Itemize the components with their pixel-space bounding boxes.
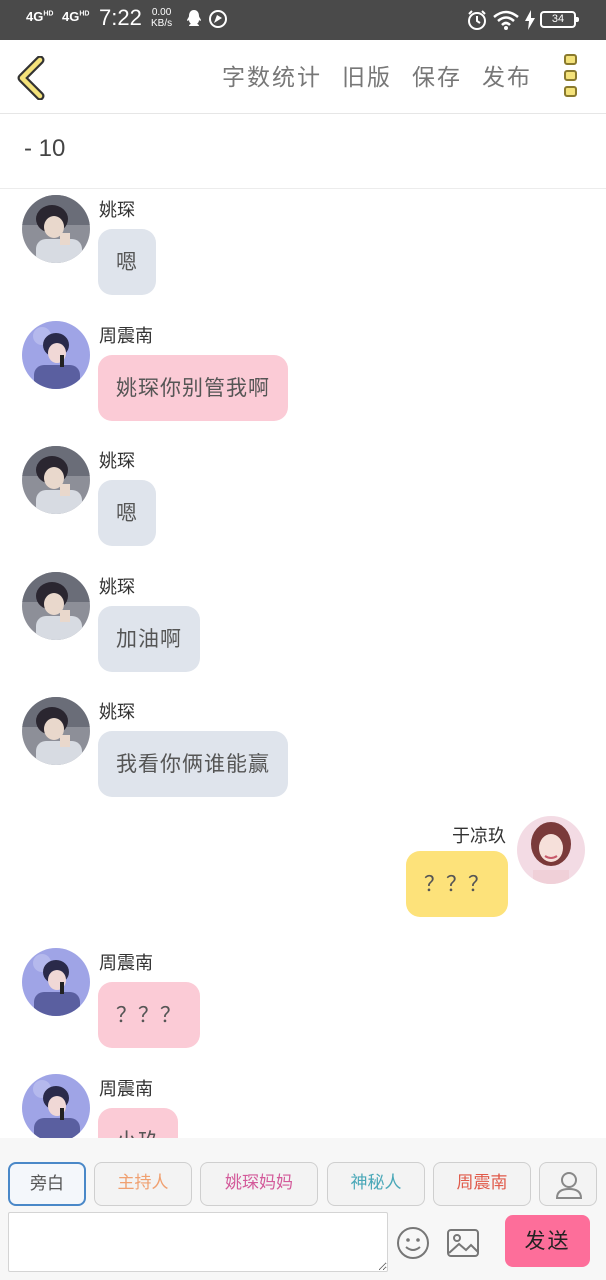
chat-message[interactable]: 于凉玖 ？？？ — [0, 815, 606, 942]
sender-name: 于凉玖 — [452, 825, 506, 847]
sender-name: 周震南 — [99, 953, 153, 974]
signal-4g-1: 4GHD — [26, 9, 54, 24]
word-count-button[interactable]: 字数统计 — [222, 58, 322, 92]
alarm-icon — [468, 10, 486, 30]
sender-name: 周震南 — [99, 1078, 153, 1100]
avatar[interactable] — [22, 948, 90, 1016]
message-bubble[interactable]: 我看你俩谁能赢 — [98, 731, 288, 797]
input-bar: 发送 — [0, 1210, 606, 1280]
chat-message[interactable]: 周震南 ？？？ — [0, 947, 606, 1067]
sender-name: 姚琛 — [99, 200, 135, 221]
more-menu-icon[interactable] — [564, 54, 580, 100]
chapter-title: - 10 — [24, 135, 66, 162]
status-bar: 4GHD 4GHD 7:22 0.00 KB/s 34 — [0, 0, 606, 40]
avatar[interactable] — [22, 1073, 90, 1138]
editor-toolbar: 字数统计 旧版 保存 发布 — [0, 40, 606, 114]
chat-message[interactable]: 周震南姚琛你别管我啊 — [0, 320, 606, 440]
message-bubble[interactable]: 小玖 — [98, 1107, 178, 1138]
emoji-icon[interactable] — [396, 1226, 430, 1260]
network-speed: 0.00 KB/s — [151, 7, 173, 29]
role-host-button[interactable]: 主持人 — [94, 1162, 192, 1206]
avatar[interactable] — [22, 446, 90, 514]
avatar[interactable] — [22, 320, 90, 389]
message-input[interactable] — [8, 1212, 388, 1272]
sender-name: 姚琛 — [99, 702, 135, 723]
message-bubble[interactable]: ？？？ — [406, 850, 508, 917]
chat-message[interactable]: 姚琛 我看你俩谁能赢 — [0, 696, 606, 816]
qq-icon — [187, 10, 201, 26]
sender-name: 姚琛 — [99, 451, 135, 472]
save-button[interactable]: 保存 — [412, 58, 462, 92]
wifi-icon — [493, 10, 519, 30]
old-version-button[interactable]: 旧版 — [342, 58, 392, 92]
signal-4g-2: 4GHD — [62, 9, 90, 24]
toolbar-actions: 字数统计 旧版 保存 发布 — [222, 58, 532, 92]
add-character-button[interactable] — [539, 1162, 597, 1206]
avatar[interactable] — [22, 195, 90, 263]
browser-icon — [209, 10, 227, 28]
message-bubble[interactable]: ？？？ — [98, 982, 200, 1048]
user-icon — [555, 1172, 583, 1199]
sender-name: 周震南 — [99, 325, 153, 347]
charging-icon — [525, 10, 535, 30]
send-button[interactable]: 发送 — [505, 1215, 590, 1267]
chat-message[interactable]: 姚琛嗯 — [0, 194, 606, 314]
publish-button[interactable]: 发布 — [482, 58, 532, 92]
back-arrow-icon[interactable] — [14, 56, 50, 100]
avatar[interactable] — [22, 697, 90, 765]
role-selector: 旁白 主持人 姚琛妈妈 神秘人 周震南 — [0, 1138, 606, 1210]
role-narrator-button[interactable]: 旁白 — [8, 1162, 86, 1206]
message-bubble[interactable]: 姚琛你别管我啊 — [98, 354, 288, 421]
avatar[interactable] — [22, 571, 90, 640]
avatar[interactable] — [517, 815, 585, 884]
message-bubble[interactable]: 嗯 — [98, 480, 156, 546]
chat-message[interactable]: 姚琛 加油啊 — [0, 571, 606, 691]
role-mystery-button[interactable]: 神秘人 — [327, 1162, 425, 1206]
chat-message[interactable]: 姚琛嗯 — [0, 445, 606, 565]
role-yao-chen-mom-button[interactable]: 姚琛妈妈 — [200, 1162, 318, 1206]
role-zhou-zhennan-button[interactable]: 周震南 — [433, 1162, 531, 1206]
message-bubble[interactable]: 加油啊 — [98, 605, 200, 672]
message-bubble[interactable]: 嗯 — [98, 229, 156, 295]
chat-message[interactable]: 周震南小玖 — [0, 1073, 606, 1138]
battery-indicator: 34 — [540, 11, 579, 28]
sender-name: 姚琛 — [99, 576, 135, 598]
chapter-title-row[interactable]: - 10 — [0, 115, 606, 189]
chat-message-list[interactable]: 姚琛嗯周震南 姚琛你别管我啊 姚琛嗯姚琛 加油啊 姚琛 我看你俩谁能赢 于凉玖？？？ 周震南？… — [0, 190, 606, 1138]
image-icon[interactable] — [446, 1228, 480, 1258]
clock: 7:22 — [99, 5, 142, 30]
